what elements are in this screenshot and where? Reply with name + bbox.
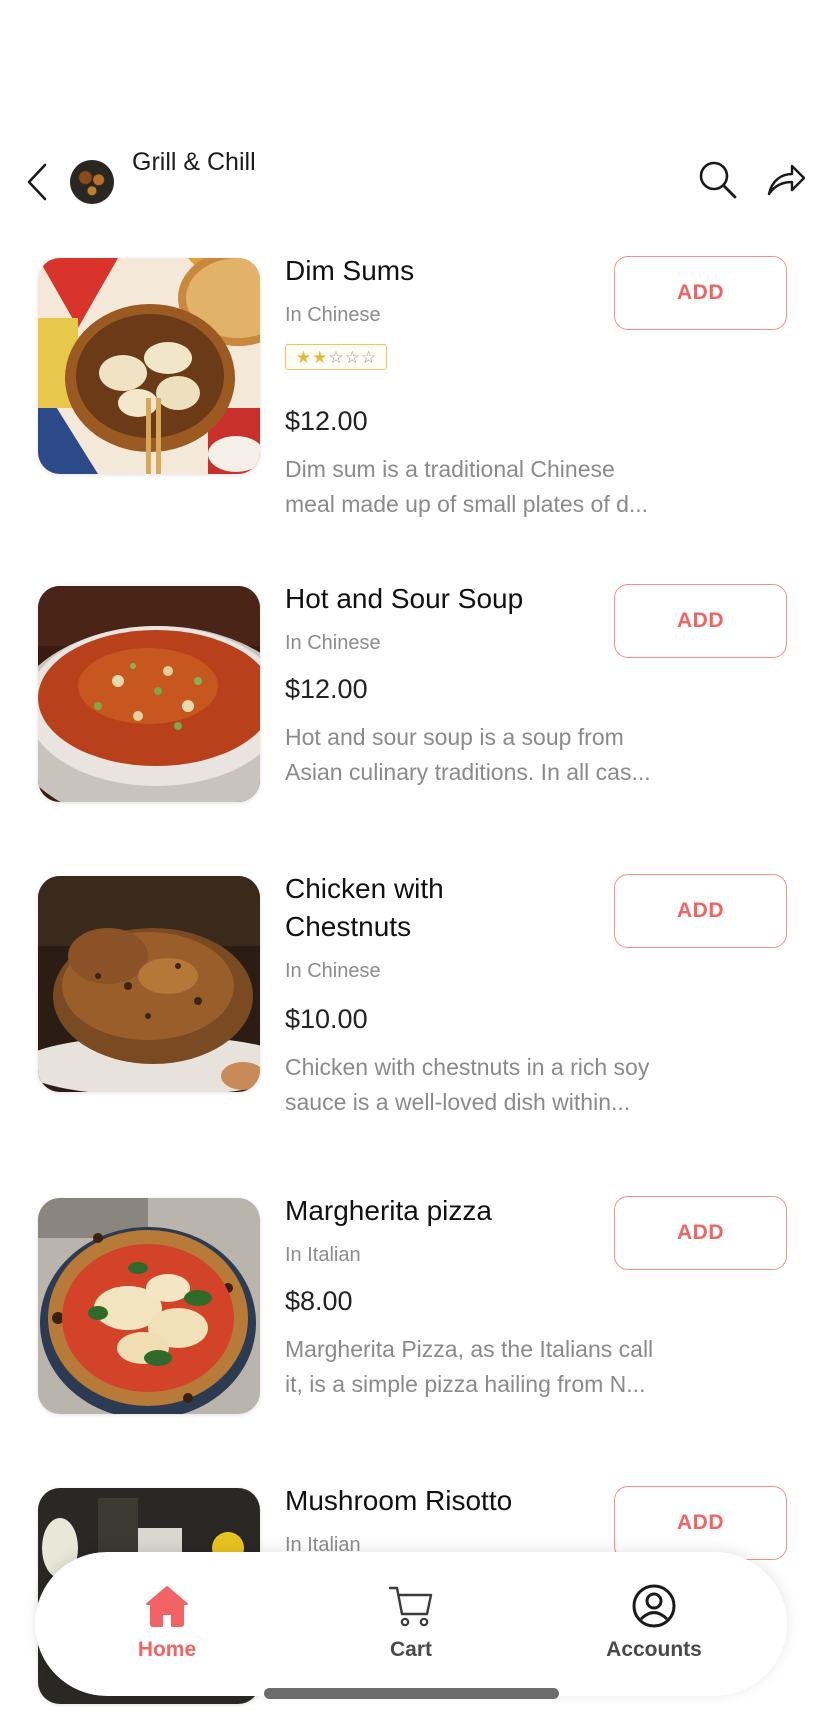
share-button[interactable]: [764, 158, 808, 202]
search-button[interactable]: [696, 158, 740, 202]
soup-image: [38, 586, 260, 802]
back-button[interactable]: [20, 160, 54, 204]
cart-icon: [388, 1586, 433, 1627]
restaurant-name: Grill & Chill: [132, 148, 256, 176]
description-line: Asian culinary traditions. In all cas...: [285, 759, 651, 785]
description-line: Dim sum is a traditional Chinese: [285, 456, 615, 482]
item-price: $12.00: [285, 406, 368, 436]
item-category: In Chinese: [285, 960, 381, 982]
add-button[interactable]: ADD: [614, 584, 787, 658]
share-icon: [767, 164, 806, 196]
nav-cart-label: Cart: [389, 1638, 432, 1661]
add-button[interactable]: ADD: [614, 1486, 787, 1560]
item-name: Dim Sums: [285, 255, 415, 286]
item-name: Margherita pizza: [285, 1195, 492, 1226]
nav-accounts-label: Accounts: [606, 1638, 702, 1661]
pizza-image: [38, 1198, 260, 1414]
item-name: Chicken with Chestnuts: [285, 870, 585, 946]
item-category: In Chinese: [285, 304, 381, 326]
restaurant-avatar: [70, 160, 114, 204]
item-category: In Chinese: [285, 632, 381, 654]
dim-sum-image: [38, 258, 260, 474]
star-filled-icon: ★: [295, 347, 312, 367]
star-filled-icon: ★: [312, 347, 328, 367]
add-button[interactable]: ADD: [614, 256, 787, 330]
description-line: sauce is a well-loved dish within...: [285, 1089, 631, 1115]
item-description: Margherita Pizza, as the Italians call i…: [285, 1332, 705, 1402]
chevron-left-icon: [27, 163, 47, 201]
nav-cart[interactable]: Cart: [341, 1582, 481, 1672]
item-price: $10.00: [285, 1004, 368, 1034]
item-description: Chicken with chestnuts in a rich soy sau…: [285, 1050, 705, 1120]
nav-home-label: Home: [137, 1638, 197, 1661]
app-header: Grill & Chill: [0, 140, 822, 220]
description-line: meal made up of small plates of d...: [285, 491, 649, 517]
nav-accounts[interactable]: Accounts: [584, 1582, 724, 1672]
item-price: $12.00: [285, 674, 368, 704]
star-empty-icon: ☆: [328, 347, 344, 367]
item-name: Mushroom Risotto: [285, 1485, 513, 1516]
search-icon: [699, 161, 737, 199]
account-icon: [632, 1584, 676, 1628]
item-category: In Italian: [285, 1244, 361, 1266]
description-line: it, is a simple pizza hailing from N...: [285, 1371, 646, 1397]
home-icon: [146, 1586, 188, 1627]
add-button[interactable]: ADD: [614, 1196, 787, 1270]
nav-home[interactable]: Home: [97, 1582, 237, 1672]
item-price: $8.00: [285, 1286, 353, 1316]
item-name-line: Chicken with: [285, 873, 444, 904]
item-description: Dim sum is a traditional Chinese meal ma…: [285, 452, 705, 522]
description-line: Chicken with chestnuts in a rich soy: [285, 1054, 650, 1080]
home-indicator: [264, 1688, 559, 1699]
star-empty-icon: ☆: [360, 347, 377, 367]
roast-chicken-image: [38, 876, 260, 1092]
item-name-line: Chestnuts: [285, 911, 412, 942]
star-empty-icon: ☆: [344, 347, 360, 367]
description-line: Margherita Pizza, as the Italians call: [285, 1336, 654, 1362]
bottom-nav-bar: Home Cart Accounts: [35, 1552, 787, 1696]
rating-stars: ★ ★ ☆ ☆ ☆: [285, 344, 387, 370]
item-description: Hot and sour soup is a soup from Asian c…: [285, 720, 705, 790]
description-line: Hot and sour soup is a soup from: [285, 724, 624, 750]
item-name: Hot and Sour Soup: [285, 583, 524, 614]
add-button[interactable]: ADD: [614, 874, 787, 948]
